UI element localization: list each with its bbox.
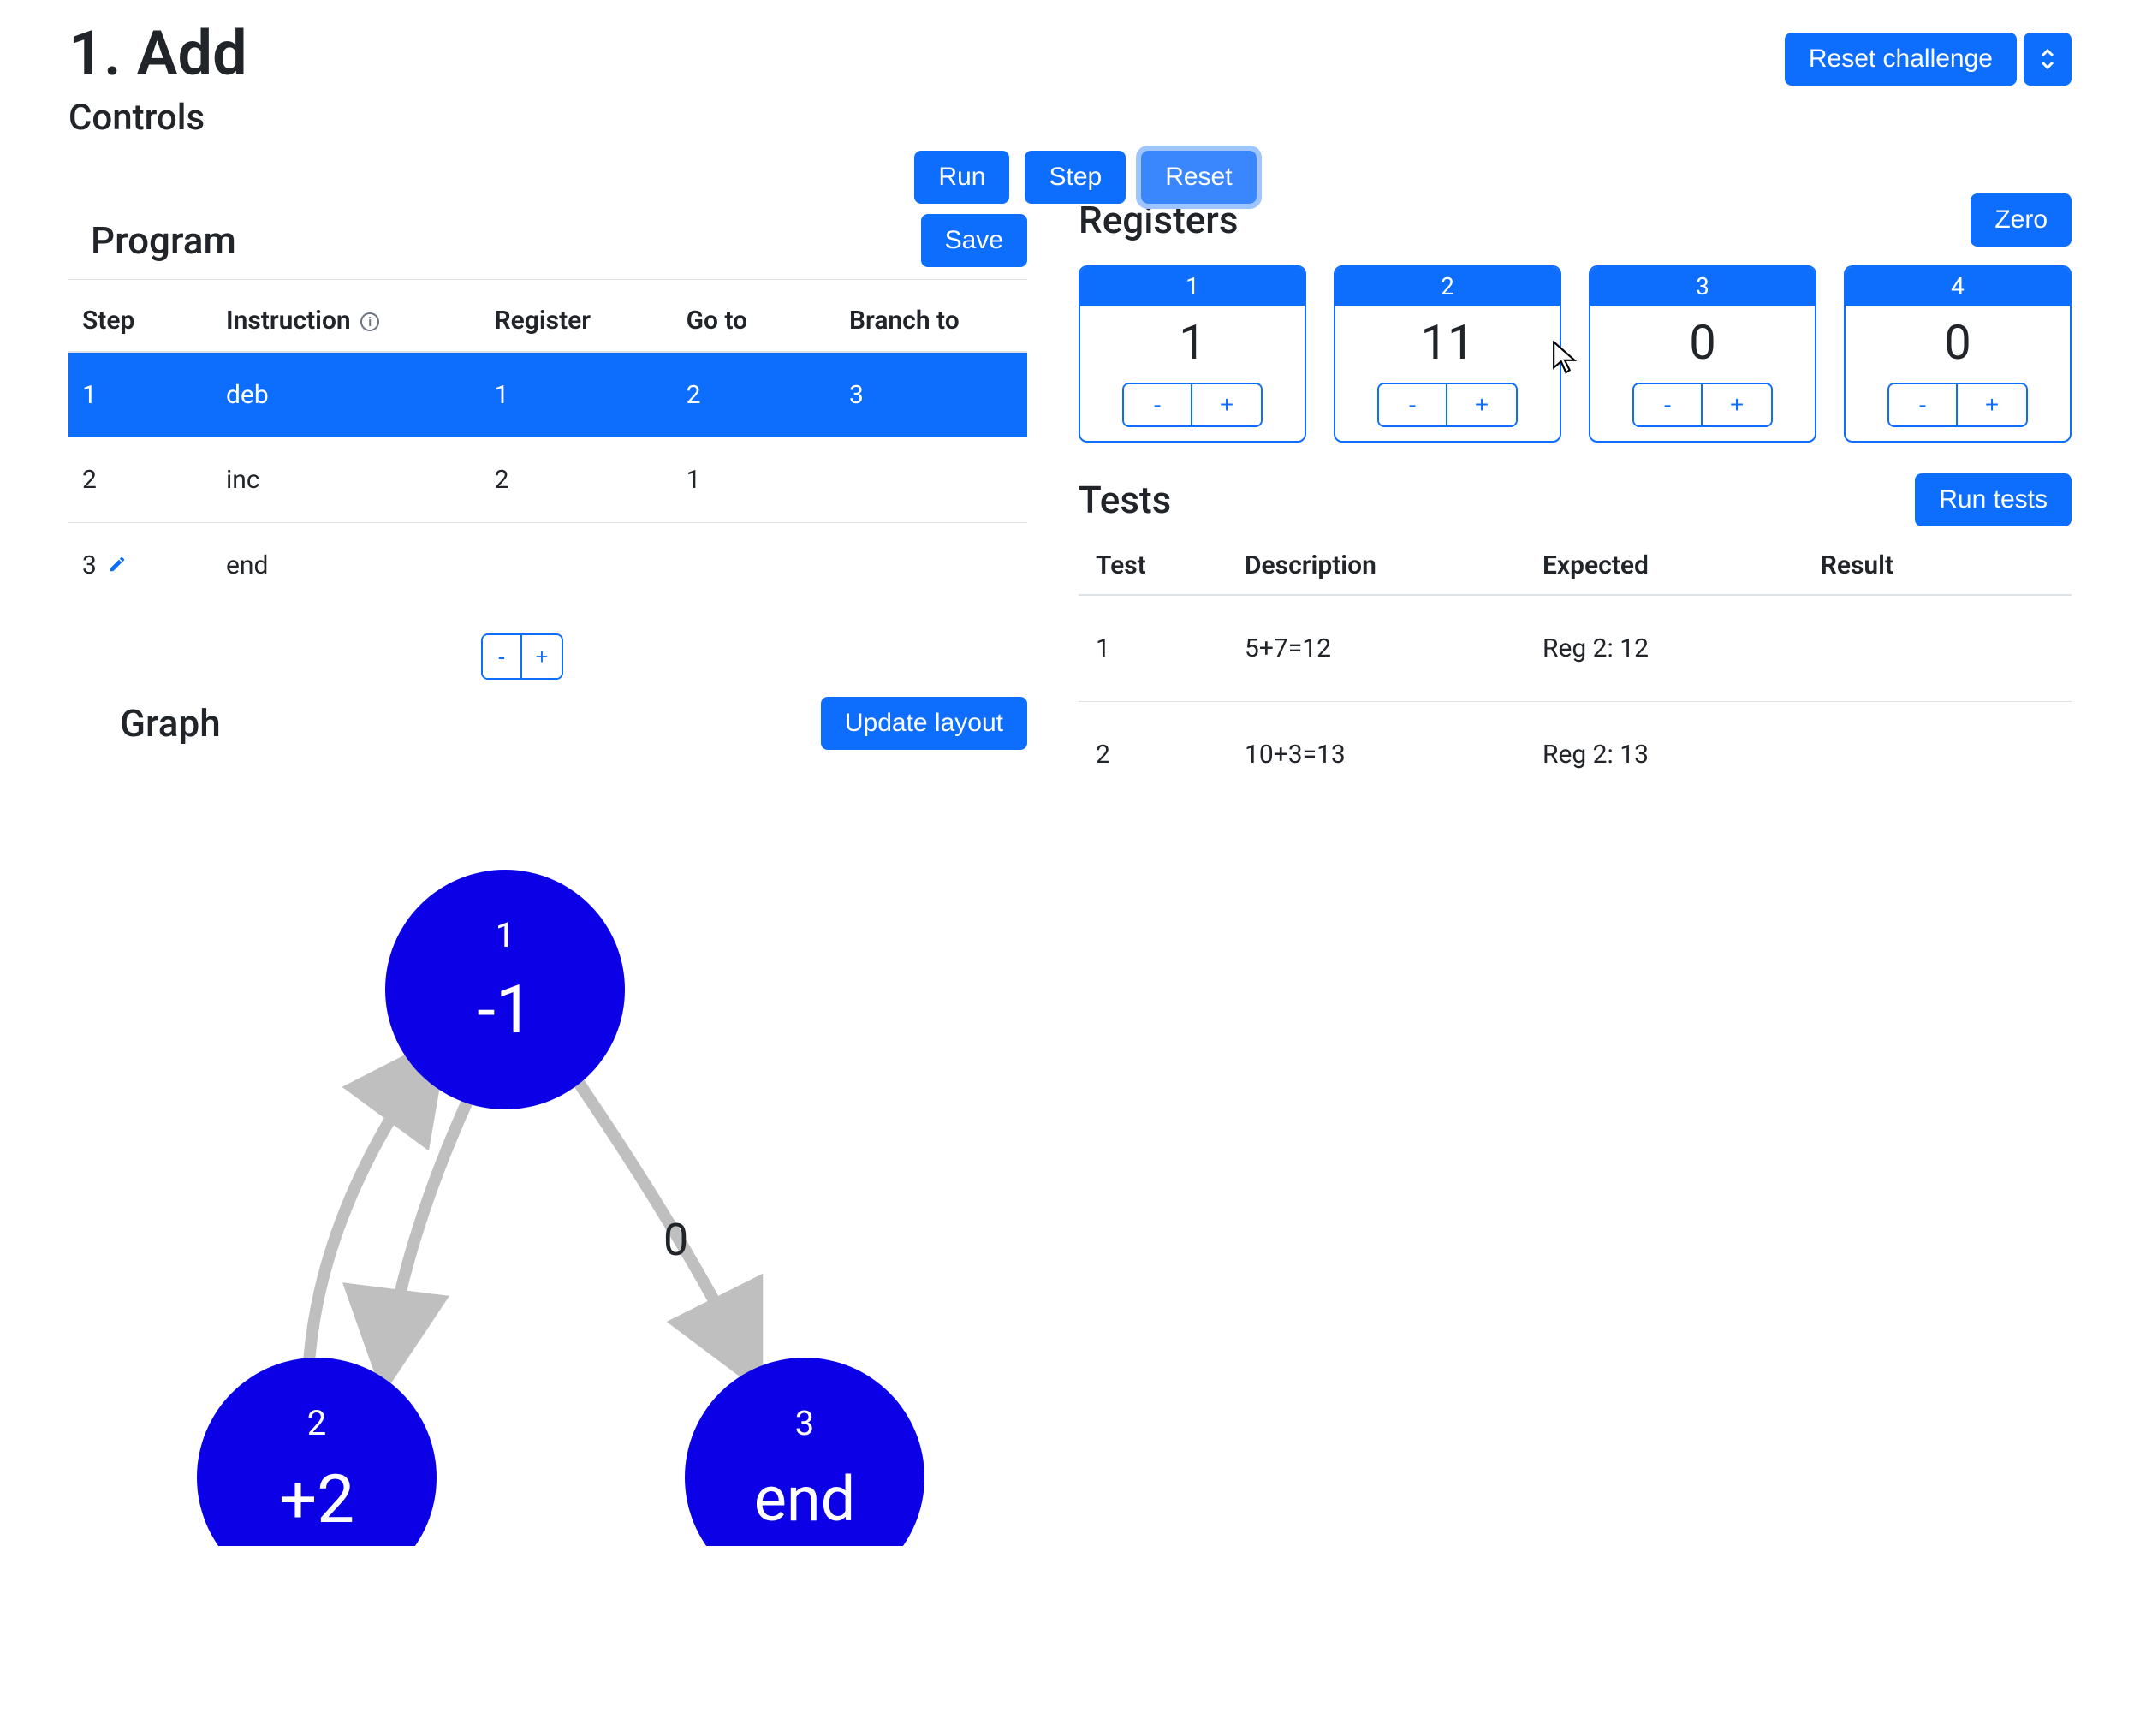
- program-table: Step Instruction i Register Go to Branch…: [68, 290, 1027, 608]
- register-1: 1 1 - +: [1079, 265, 1306, 443]
- col-instruction: Instruction i: [212, 290, 481, 352]
- program-cell: inc: [212, 437, 481, 523]
- register-value: 1: [1179, 306, 1205, 383]
- program-remove-step-button[interactable]: -: [483, 635, 522, 678]
- register-2: 2 11 - +: [1334, 265, 1561, 443]
- register-3: 3 0 - +: [1589, 265, 1816, 443]
- col-test: Test: [1079, 537, 1228, 595]
- test-cell: [1804, 595, 2072, 702]
- register-inc-button[interactable]: +: [1192, 384, 1261, 425]
- register-id: 1: [1080, 267, 1305, 306]
- col-step: Step: [68, 290, 212, 352]
- test-cell: 5+7=12: [1228, 595, 1525, 702]
- svg-text:2: 2: [307, 1403, 326, 1443]
- register-value: 0: [1689, 306, 1715, 383]
- svg-text:1: 1: [496, 915, 514, 955]
- challenge-select-button[interactable]: [2024, 33, 2072, 86]
- program-step-value: 3: [82, 550, 97, 580]
- register-dec-button[interactable]: -: [1889, 384, 1958, 425]
- svg-text:end: end: [754, 1463, 856, 1536]
- col-result: Result: [1804, 537, 2072, 595]
- page-title: 1. Add: [68, 17, 247, 90]
- register-dec-button[interactable]: -: [1124, 384, 1192, 425]
- register-id: 3: [1590, 267, 1815, 306]
- graph-heading: Graph: [68, 701, 221, 746]
- register-inc-button[interactable]: +: [1447, 384, 1516, 425]
- register-inc-button[interactable]: +: [1958, 384, 2026, 425]
- test-cell: 2: [1079, 702, 1228, 808]
- graph-node-2[interactable]: 2 +2: [197, 1358, 437, 1546]
- program-cell: [835, 437, 1027, 523]
- program-add-step-button[interactable]: +: [522, 635, 562, 678]
- registers-heading: Registers: [1079, 198, 1238, 242]
- chevron-updown-icon: [2039, 47, 2056, 71]
- test-row[interactable]: 1 5+7=12 Reg 2: 12: [1079, 595, 2072, 702]
- register-value: 11: [1421, 306, 1475, 383]
- run-tests-button[interactable]: Run tests: [1915, 473, 2072, 526]
- tests-heading: Tests: [1079, 478, 1171, 522]
- graph-node-3[interactable]: 3 end: [685, 1358, 924, 1546]
- col-description: Description: [1228, 537, 1525, 595]
- test-cell: Reg 2: 13: [1525, 702, 1804, 808]
- program-cell: [481, 523, 673, 609]
- reset-challenge-button[interactable]: Reset challenge: [1785, 33, 2017, 86]
- graph-node-1[interactable]: 1 -1: [385, 870, 625, 1109]
- program-cell: [835, 523, 1027, 609]
- info-icon[interactable]: i: [360, 312, 379, 331]
- program-cell: end: [212, 523, 481, 609]
- program-cell: 1: [673, 437, 835, 523]
- program-cell: 2: [673, 352, 835, 437]
- controls-subtitle: Controls: [68, 97, 247, 139]
- program-heading: Program: [68, 218, 236, 263]
- program-cell: 2: [481, 437, 673, 523]
- program-cell: 3: [835, 352, 1027, 437]
- reset-button[interactable]: Reset: [1141, 151, 1256, 204]
- register-dec-button[interactable]: -: [1379, 384, 1447, 425]
- program-cell: 1: [68, 352, 212, 437]
- register-dec-button[interactable]: -: [1634, 384, 1703, 425]
- program-cell: deb: [212, 352, 481, 437]
- svg-text:3: 3: [795, 1403, 814, 1443]
- register-value: 0: [1944, 306, 1971, 383]
- program-row[interactable]: 2 inc 2 1: [68, 437, 1027, 523]
- program-row[interactable]: 1 deb 1 2 3: [68, 352, 1027, 437]
- col-goto: Go to: [673, 290, 835, 352]
- svg-text:-1: -1: [477, 972, 532, 1049]
- tests-table: Test Description Expected Result 1 5+7=1…: [1079, 537, 2072, 807]
- program-cell: 1: [481, 352, 673, 437]
- test-cell: 10+3=13: [1228, 702, 1525, 808]
- pencil-icon[interactable]: [108, 550, 127, 580]
- col-branchto: Branch to: [835, 290, 1027, 352]
- register-id: 2: [1335, 267, 1560, 306]
- graph-canvas[interactable]: 0 1 -1 2 +2 3 end: [68, 776, 1027, 1546]
- program-cell: 2: [68, 437, 212, 523]
- run-button[interactable]: Run: [914, 151, 1009, 204]
- save-button[interactable]: Save: [921, 214, 1027, 267]
- update-layout-button[interactable]: Update layout: [821, 697, 1027, 750]
- step-button[interactable]: Step: [1025, 151, 1126, 204]
- test-cell: 1: [1079, 595, 1228, 702]
- col-register: Register: [481, 290, 673, 352]
- register-id: 4: [1846, 267, 2070, 306]
- program-stepper: - +: [481, 633, 563, 680]
- test-cell: [1804, 702, 2072, 808]
- test-cell: Reg 2: 12: [1525, 595, 1804, 702]
- program-cell: 3: [68, 523, 212, 609]
- col-instruction-label: Instruction: [226, 306, 351, 336]
- svg-text:+2: +2: [279, 1461, 354, 1539]
- test-row[interactable]: 2 10+3=13 Reg 2: 13: [1079, 702, 2072, 808]
- col-expected: Expected: [1525, 537, 1804, 595]
- register-4: 4 0 - +: [1844, 265, 2072, 443]
- program-row[interactable]: 3 end: [68, 523, 1027, 609]
- edge-label: 0: [663, 1214, 688, 1266]
- program-cell: [673, 523, 835, 609]
- register-inc-button[interactable]: +: [1703, 384, 1771, 425]
